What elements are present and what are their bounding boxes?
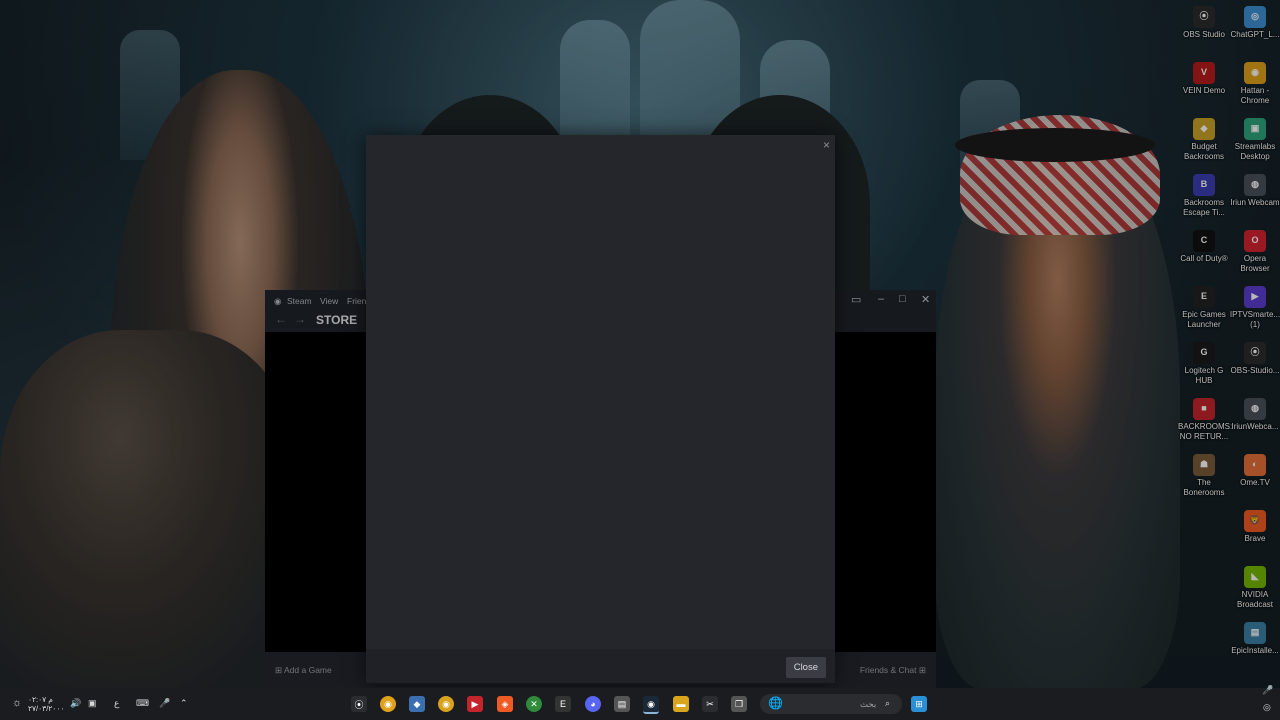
- notification-icon[interactable]: ◎: [1263, 702, 1271, 713]
- xbox-taskbar-icon[interactable]: ✕: [526, 696, 542, 712]
- dialog-close-icon[interactable]: ×: [823, 138, 830, 152]
- microphone-icon[interactable]: 🎤: [159, 698, 170, 709]
- search-icon: ⌕: [885, 698, 891, 708]
- dialog-footer: Close: [366, 649, 835, 683]
- taskbar-clock[interactable]: م ٠٢:٠٧ ٢٧/٠٣/٢٠٠٠: [28, 695, 64, 713]
- search-highlight-icon: 🌐: [768, 696, 783, 710]
- brave-taskbar-icon[interactable]: ◈: [497, 696, 513, 712]
- chrome-alt-taskbar-icon[interactable]: ◉: [438, 696, 454, 712]
- epic-taskbar-icon[interactable]: E: [555, 696, 571, 712]
- media-taskbar-icon[interactable]: ▶: [467, 696, 483, 712]
- start-icon[interactable]: ⊞: [911, 696, 927, 712]
- weather-icon[interactable]: ☼: [12, 697, 22, 709]
- discord-taskbar-icon[interactable]: ◕: [585, 696, 601, 712]
- chrome-taskbar-icon[interactable]: ◉: [380, 696, 396, 712]
- capcut-taskbar-icon[interactable]: ✂: [702, 696, 718, 712]
- keyboard-icon[interactable]: ⌨: [136, 698, 149, 709]
- clock-date: ٢٧/٠٣/٢٠٠٠: [28, 704, 65, 713]
- network-icon[interactable]: ▣: [88, 698, 97, 709]
- chevron-up-icon[interactable]: ⌃: [180, 698, 188, 709]
- volume-icon[interactable]: 🔊: [70, 698, 81, 709]
- search-placeholder: بحث: [860, 699, 877, 709]
- file-explorer-icon[interactable]: ▬: [673, 696, 689, 712]
- mic-indicator-icon[interactable]: 🎤: [1262, 685, 1273, 696]
- language-indicator[interactable]: ع: [114, 698, 119, 709]
- shield-taskbar-icon[interactable]: ◆: [409, 696, 425, 712]
- steam-taskbar-icon[interactable]: ◉: [643, 696, 659, 714]
- store-taskbar-icon[interactable]: ▤: [614, 696, 630, 712]
- close-button[interactable]: Close: [785, 657, 826, 678]
- obs-taskbar-icon[interactable]: ⦿: [351, 696, 367, 712]
- task-view-icon[interactable]: ❐: [731, 696, 747, 712]
- clock-time: م ٠٢:٠٧: [28, 695, 53, 704]
- steam-dialog: × Close: [366, 135, 835, 683]
- taskbar: ☼ م ٠٢:٠٧ ٢٧/٠٣/٢٠٠٠ 🔊 ▣ ع ⌨ 🎤 ⌃ ⦿ ◉ ◆ ◉…: [0, 685, 1280, 720]
